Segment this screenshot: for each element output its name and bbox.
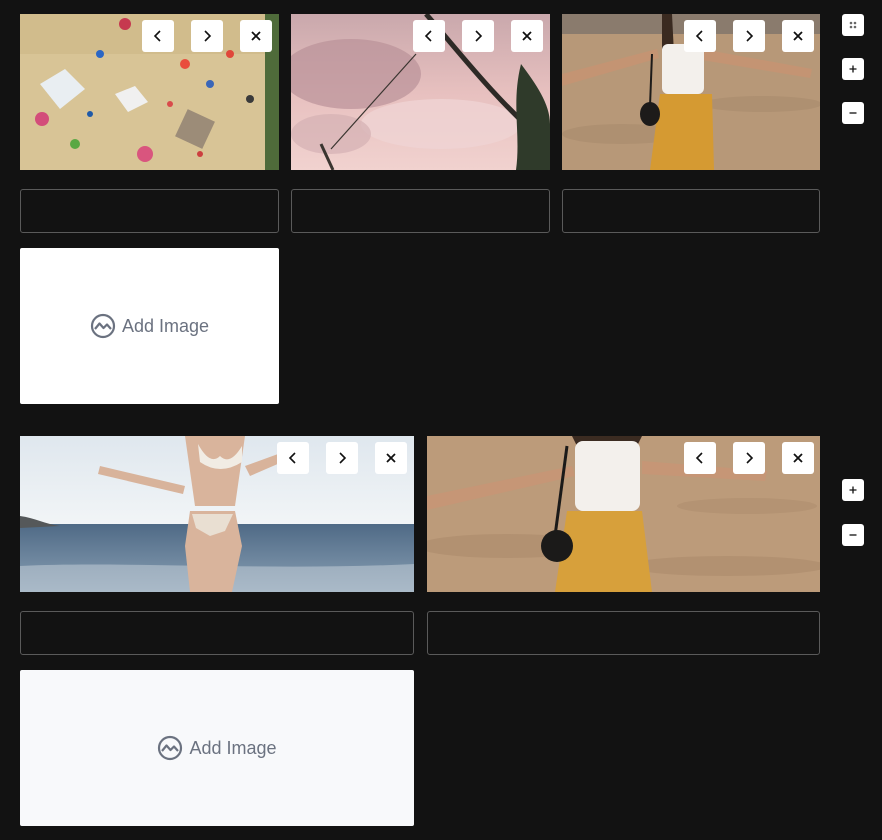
drag-handle[interactable] bbox=[842, 14, 864, 36]
add-column-button[interactable] bbox=[842, 479, 864, 501]
next-button[interactable] bbox=[733, 20, 765, 52]
caption-field-3[interactable] bbox=[562, 189, 820, 233]
chevron-right-icon bbox=[475, 30, 483, 42]
next-button[interactable] bbox=[326, 442, 358, 474]
caption-field-2[interactable] bbox=[291, 189, 550, 233]
plus-icon bbox=[849, 65, 857, 73]
remove-image-button[interactable] bbox=[240, 20, 272, 52]
caption-field-1[interactable] bbox=[20, 189, 279, 233]
add-image-button[interactable]: Add Image bbox=[20, 670, 414, 826]
prev-button[interactable] bbox=[684, 20, 716, 52]
caption-field-2[interactable] bbox=[427, 611, 820, 655]
chevron-right-icon bbox=[746, 30, 754, 42]
remove-image-button[interactable] bbox=[511, 20, 543, 52]
remove-column-button[interactable] bbox=[842, 102, 864, 124]
chevron-right-icon bbox=[204, 30, 212, 42]
chevron-right-icon bbox=[339, 452, 347, 464]
image-icon bbox=[158, 735, 183, 761]
image-icon bbox=[90, 313, 116, 339]
close-icon bbox=[251, 31, 261, 41]
remove-image-button[interactable] bbox=[782, 20, 814, 52]
minus-icon bbox=[849, 534, 857, 536]
gallery-1-image-2[interactable] bbox=[291, 14, 550, 170]
remove-column-button[interactable] bbox=[842, 524, 864, 546]
chevron-right-icon bbox=[746, 452, 754, 464]
prev-button[interactable] bbox=[684, 442, 716, 474]
chevron-left-icon bbox=[153, 30, 161, 42]
remove-image-button[interactable] bbox=[375, 442, 407, 474]
prev-button[interactable] bbox=[277, 442, 309, 474]
add-image-button[interactable]: Add Image bbox=[20, 248, 279, 404]
caption-field-1[interactable] bbox=[20, 611, 414, 655]
gallery-2-image-1[interactable] bbox=[20, 436, 414, 592]
add-column-button[interactable] bbox=[842, 58, 864, 80]
prev-button[interactable] bbox=[142, 20, 174, 52]
remove-image-button[interactable] bbox=[782, 442, 814, 474]
drag-handle-icon bbox=[849, 21, 857, 29]
chevron-left-icon bbox=[424, 30, 432, 42]
gallery-1-image-3[interactable] bbox=[562, 14, 820, 170]
plus-icon bbox=[849, 486, 857, 494]
chevron-left-icon bbox=[288, 452, 296, 464]
close-icon bbox=[793, 453, 803, 463]
next-button[interactable] bbox=[733, 442, 765, 474]
close-icon bbox=[386, 453, 396, 463]
chevron-left-icon bbox=[695, 452, 703, 464]
chevron-left-icon bbox=[695, 30, 703, 42]
add-image-label: Add Image bbox=[121, 315, 210, 336]
minus-icon bbox=[849, 112, 857, 114]
gallery-2-image-2[interactable] bbox=[427, 436, 820, 592]
gallery-1-image-1[interactable] bbox=[20, 14, 279, 170]
close-icon bbox=[522, 31, 532, 41]
close-icon bbox=[793, 31, 803, 41]
prev-button[interactable] bbox=[413, 20, 445, 52]
next-button[interactable] bbox=[462, 20, 494, 52]
add-image-label: Add Image bbox=[189, 737, 277, 758]
next-button[interactable] bbox=[191, 20, 223, 52]
